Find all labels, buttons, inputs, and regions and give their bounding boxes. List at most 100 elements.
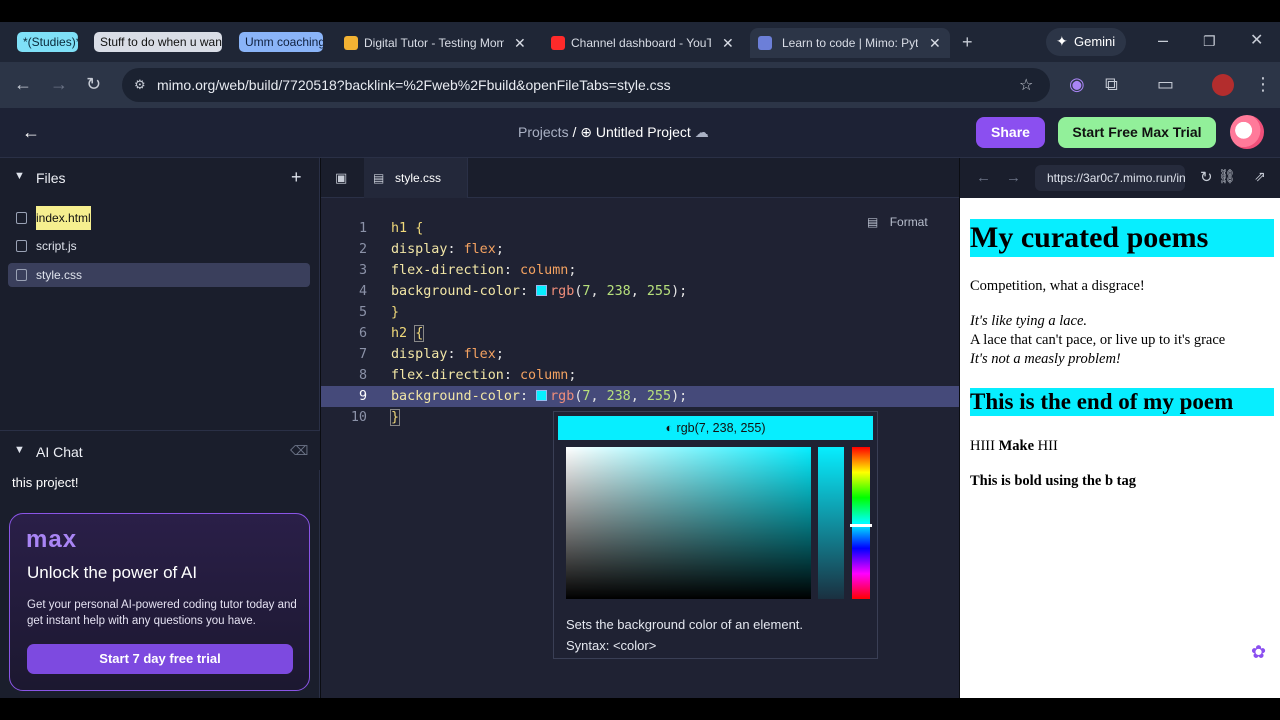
new-tab-icon[interactable]: + xyxy=(962,32,973,52)
tab-youtube[interactable]: Channel dashboard - YouTu ✕ xyxy=(547,28,742,58)
sidebar: ▼ Files + index.html script.js style.css… xyxy=(0,158,320,698)
preview-pane: ← → https://3ar0c7.mimo.run/in ↻ ⛓ ⇗ My … xyxy=(960,158,1280,698)
eraser-icon[interactable]: ⌫ xyxy=(290,443,308,459)
menu-icon[interactable]: ⋮ xyxy=(1254,74,1272,94)
tab-label: style.css xyxy=(395,171,442,185)
hue-handle[interactable] xyxy=(850,524,872,527)
back-arrow-icon[interactable]: ← xyxy=(22,122,40,142)
code-line[interactable]: 3 flex-direction: column; xyxy=(321,260,959,281)
code-line[interactable]: 4 background-color: rgb(7, 238, 255); xyxy=(321,281,959,302)
preview-reload-icon[interactable]: ↻ xyxy=(1200,168,1213,186)
top-letterbox xyxy=(0,0,1280,22)
avatar[interactable] xyxy=(1230,115,1264,149)
max-body: Get your personal AI-powered coding tuto… xyxy=(27,599,297,627)
code-line[interactable]: 1 h1 { xyxy=(321,218,959,239)
css-file-icon: ▤ xyxy=(373,171,385,185)
file-style-css[interactable]: style.css xyxy=(8,263,310,287)
code-line[interactable]: 8 flex-direction: column; xyxy=(321,365,959,386)
saturation-brightness-area[interactable] xyxy=(566,447,811,599)
toggle-sidebar-icon[interactable]: ▣ xyxy=(335,170,347,186)
preview-line: A lace that can't pace, or live up to it… xyxy=(970,332,1226,348)
code-line[interactable]: 2 display: flex; xyxy=(321,239,959,260)
code-line[interactable]: 7 display: flex; xyxy=(321,344,959,365)
contrast-icon: ◐ xyxy=(665,421,674,435)
bookmark-star-icon[interactable]: ☆ xyxy=(1019,75,1033,95)
files-title: Files xyxy=(36,170,66,186)
line-number: 10 xyxy=(350,410,367,425)
file-name: style.css xyxy=(36,268,83,282)
gemini-button[interactable]: ✦ Gemini xyxy=(1046,28,1126,56)
breadcrumb: Projects / ⊕ Untitled Project ☁ xyxy=(518,124,709,141)
tab-group-stuff[interactable]: Stuff to do when u wann xyxy=(94,32,222,52)
editor-tabs: ▣ ▤ style.css xyxy=(321,158,959,198)
puzzle-icon[interactable]: ⧉ xyxy=(1105,74,1118,94)
css-file-icon xyxy=(16,269,27,281)
reload-icon[interactable]: ↻ xyxy=(86,74,101,94)
code-line[interactable]: 6 h2 { xyxy=(321,323,959,344)
files-header[interactable]: ▼ Files + xyxy=(0,158,320,198)
screen: *(Studies)* Stuff to do when u wann Umm … xyxy=(0,0,1280,720)
close-tab-icon[interactable]: ✕ xyxy=(929,28,941,58)
tab-mimo[interactable]: Learn to code | Mimo: Pytho ✕ xyxy=(750,28,950,58)
line-number: 9 xyxy=(358,389,367,404)
ai-chat-header[interactable]: ▼ AI Chat ⌫ xyxy=(0,430,320,470)
preview-back-icon[interactable]: ← xyxy=(976,169,991,186)
digital-tutor-favicon-icon xyxy=(344,36,358,50)
breadcrumb-projects[interactable]: Projects xyxy=(518,124,569,140)
tab-title: Digital Tutor - Testing Mom xyxy=(364,36,504,50)
app-header: ← Projects / ⊕ Untitled Project ☁ Share … xyxy=(0,108,1280,158)
open-external-icon[interactable]: ⇗ xyxy=(1254,168,1266,185)
color-value-bar[interactable]: ◐ rgb(7, 238, 255) xyxy=(558,416,873,440)
extension-icon[interactable]: ◉ xyxy=(1069,74,1085,94)
tab-group-coaching[interactable]: Umm coaching xyxy=(239,32,323,52)
add-file-icon[interactable]: + xyxy=(291,167,302,188)
omnibox[interactable]: ⚙ mimo.org/web/build/7720518?backlink=%2… xyxy=(122,68,1050,102)
text-prefix: HIII xyxy=(970,438,999,454)
code-text: } xyxy=(389,409,401,426)
tab-title: Learn to code | Mimo: Pytho xyxy=(782,36,918,50)
color-swatch[interactable] xyxy=(536,285,548,296)
code-line[interactable]: 5} xyxy=(321,302,959,323)
start-trial-button[interactable]: Start 7 day free trial xyxy=(27,644,293,674)
youtube-favicon-icon xyxy=(551,36,565,50)
color-swatch[interactable] xyxy=(536,390,548,401)
close-window-icon[interactable]: ✕ xyxy=(1250,31,1263,51)
text-suffix: HII xyxy=(1034,438,1058,454)
chevron-down-icon[interactable]: ▼ xyxy=(14,170,25,182)
profile-avatar[interactable] xyxy=(1212,74,1234,96)
forward-icon[interactable]: → xyxy=(50,74,68,94)
bottom-letterbox xyxy=(0,698,1280,720)
url-text[interactable]: mimo.org/web/build/7720518?backlink=%2Fw… xyxy=(157,68,671,102)
site-info-icon[interactable]: ⚙ xyxy=(134,77,146,93)
tab-group-studies[interactable]: *(Studies)* xyxy=(17,32,78,52)
file-index-html[interactable]: index.html xyxy=(8,206,310,230)
line-number: 7 xyxy=(358,347,367,362)
restore-icon[interactable]: ❐ xyxy=(1203,31,1216,51)
tab-style-css[interactable]: ▤ style.css xyxy=(364,158,468,198)
start-max-trial-button[interactable]: Start Free Max Trial xyxy=(1058,117,1216,148)
max-promo-card: max Unlock the power of AI Get your pers… xyxy=(9,513,310,691)
opacity-slider[interactable] xyxy=(818,447,844,599)
preview-forward-icon[interactable]: → xyxy=(1006,169,1021,186)
preview-url[interactable]: https://3ar0c7.mimo.run/in xyxy=(1035,165,1185,191)
hue-slider[interactable] xyxy=(852,447,870,599)
minimize-icon[interactable]: – xyxy=(1158,30,1168,50)
preview-toolbar: ← → https://3ar0c7.mimo.run/in ↻ ⛓ ⇗ xyxy=(960,158,1280,198)
preview-bold-paragraph: This is bold using the b tag xyxy=(970,473,1137,489)
ai-brain-icon[interactable]: ✿ xyxy=(1251,642,1266,663)
max-logo: max xyxy=(26,526,78,553)
close-tab-icon[interactable]: ✕ xyxy=(514,28,526,58)
line-number: 2 xyxy=(358,242,367,257)
project-name[interactable]: Untitled Project xyxy=(596,124,691,140)
chevron-down-icon[interactable]: ▼ xyxy=(14,444,25,456)
share-button[interactable]: Share xyxy=(976,117,1045,148)
file-script-js[interactable]: script.js xyxy=(8,234,310,258)
media-icon[interactable]: ▭ xyxy=(1157,74,1174,94)
code-line-current[interactable]: 9 background-color: rgb(7, 238, 255); xyxy=(321,386,959,407)
back-icon[interactable]: ← xyxy=(14,74,32,94)
chat-message: this project! xyxy=(12,475,79,490)
copy-link-icon[interactable]: ⛓ xyxy=(1218,168,1236,185)
tab-digital-tutor[interactable]: Digital Tutor - Testing Mom ✕ xyxy=(340,28,535,58)
line-number: 5 xyxy=(358,305,367,320)
close-tab-icon[interactable]: ✕ xyxy=(722,28,734,58)
